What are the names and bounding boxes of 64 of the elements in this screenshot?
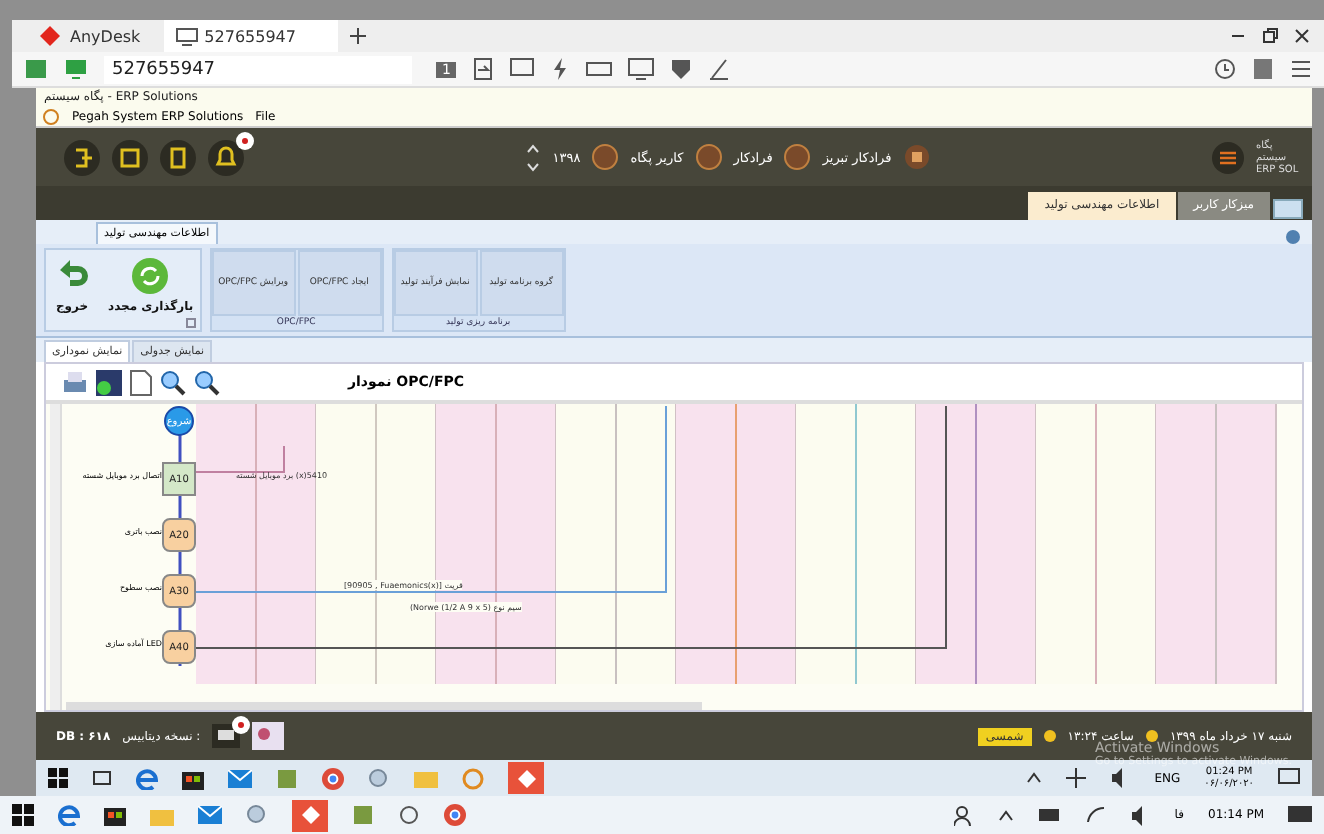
task-view-icon[interactable] xyxy=(92,768,112,788)
chrome-icon[interactable] xyxy=(322,767,344,789)
anydesk-taskbar-button[interactable] xyxy=(292,799,328,831)
clock-dot-icon xyxy=(1043,730,1056,742)
restore-icon[interactable] xyxy=(1260,26,1280,46)
menu-icon[interactable] xyxy=(1290,58,1312,80)
notification-badge xyxy=(232,716,251,734)
windows-start-icon[interactable] xyxy=(48,768,68,788)
address-field[interactable]: 527655947 xyxy=(104,55,412,83)
bell-icon[interactable] xyxy=(208,139,244,175)
menu-icon[interactable] xyxy=(1212,141,1245,173)
app-logo-icon xyxy=(42,107,60,125)
desk-icon xyxy=(1272,198,1304,220)
anydesk-taskbar-button[interactable] xyxy=(508,762,544,794)
print-icon[interactable] xyxy=(62,369,88,395)
mail-icon[interactable] xyxy=(198,806,222,824)
store-icon[interactable] xyxy=(104,804,126,826)
lightning-icon[interactable] xyxy=(550,58,571,80)
logout-icon[interactable] xyxy=(64,139,100,175)
help-icon[interactable] xyxy=(1286,230,1300,244)
pen-icon[interactable] xyxy=(708,58,731,80)
dialog-launcher-icon[interactable] xyxy=(185,318,196,328)
battery-icon[interactable] xyxy=(1038,808,1063,822)
date-dot-icon xyxy=(1145,730,1158,742)
zoom-out-icon[interactable] xyxy=(194,369,220,395)
monitor-icon[interactable] xyxy=(64,58,88,80)
session-tab[interactable]: 527655947 xyxy=(164,20,339,52)
history-icon[interactable] xyxy=(1214,58,1236,80)
chevron-up-icon[interactable] xyxy=(998,809,1015,821)
diamond-icon xyxy=(517,769,535,787)
report-icon[interactable] xyxy=(252,722,285,750)
store-icon[interactable] xyxy=(182,767,204,789)
monitor-icon xyxy=(176,27,199,45)
close-icon[interactable] xyxy=(1292,26,1312,46)
horizontal-scrollbar[interactable] xyxy=(66,702,702,710)
chrome-icon[interactable] xyxy=(444,804,466,826)
magnifier-app-icon[interactable] xyxy=(246,804,268,826)
anydesk-logo-icon xyxy=(40,26,64,46)
company-logo-icon xyxy=(784,144,811,170)
new-tab-icon[interactable] xyxy=(350,28,367,44)
page-icon[interactable] xyxy=(130,369,152,395)
chevron-up-icon[interactable] xyxy=(1026,772,1043,784)
magnifier-app-icon[interactable] xyxy=(368,767,390,789)
windows-start-icon[interactable] xyxy=(12,804,34,826)
browser-icon[interactable] xyxy=(136,767,158,789)
building-icon xyxy=(903,144,930,170)
notification-icon[interactable] xyxy=(1278,768,1300,788)
shield-icon[interactable] xyxy=(670,58,693,80)
diamond-icon xyxy=(301,806,319,824)
company-logo-icon xyxy=(695,144,722,170)
home-tab[interactable]: AnyDesk xyxy=(28,20,153,52)
save-icon[interactable] xyxy=(96,369,122,395)
notification-icon[interactable] xyxy=(1288,805,1312,825)
zoom-in-icon[interactable] xyxy=(160,369,186,395)
people-icon[interactable] xyxy=(954,805,975,825)
file-transfer-icon[interactable] xyxy=(472,58,495,80)
browser-icon[interactable] xyxy=(58,804,80,826)
monitor-icon[interactable] xyxy=(628,58,655,80)
connection-icon[interactable] xyxy=(24,58,48,80)
vertical-scrollbar[interactable] xyxy=(50,404,62,710)
mail-icon[interactable] xyxy=(228,769,252,787)
company-logo-icon xyxy=(592,144,619,170)
spinner-arrows-icon[interactable] xyxy=(526,141,541,173)
notification-badge xyxy=(236,131,254,149)
